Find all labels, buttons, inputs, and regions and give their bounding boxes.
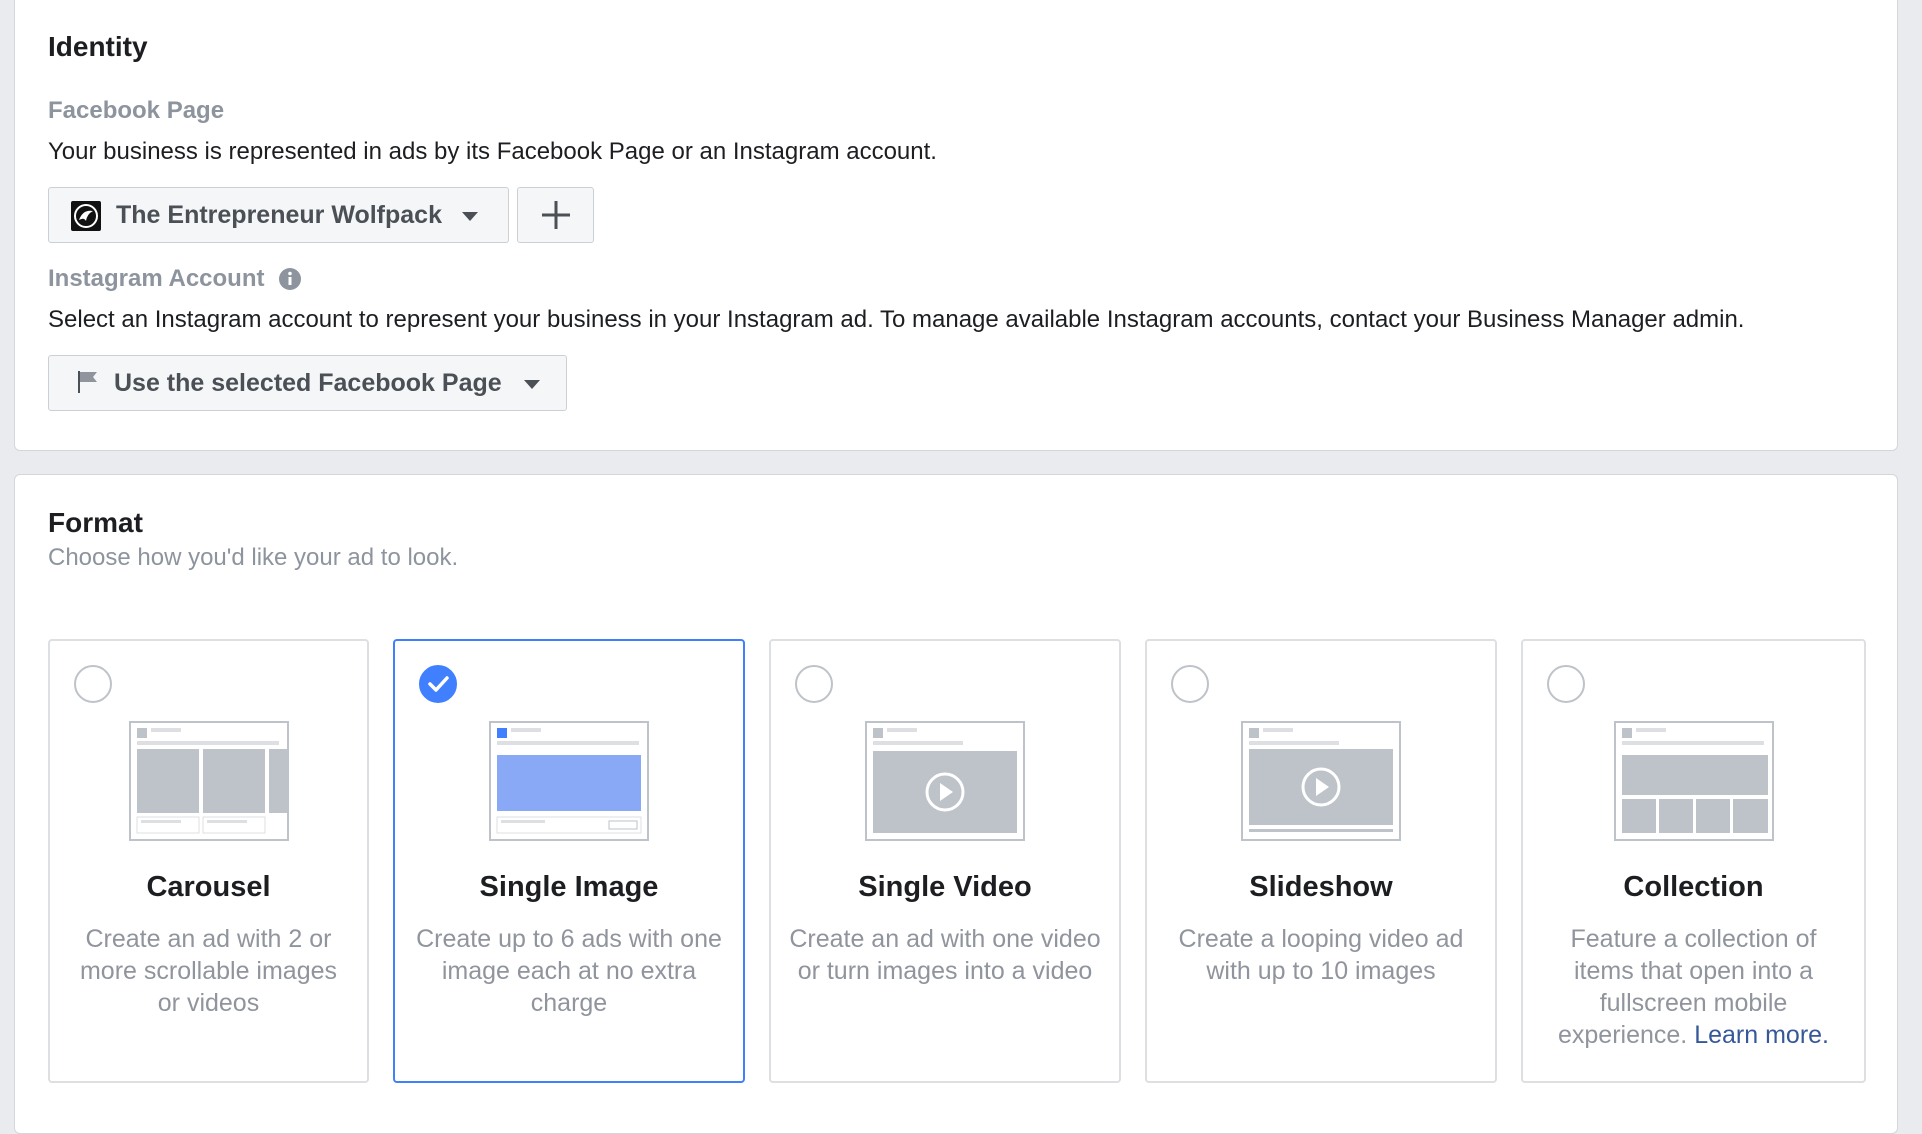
instagram-account-label: Instagram Account	[48, 265, 265, 292]
facebook-page-description: Your business is represented in ads by i…	[48, 138, 937, 165]
card-description: Create an ad with 2 or more scrollable i…	[79, 925, 338, 1017]
format-subtitle: Choose how you'd like your ad to look.	[48, 544, 459, 571]
collection-illustration-icon	[1613, 721, 1774, 841]
card-description: Create an ad with one video or turn imag…	[789, 925, 1101, 985]
chevron-down-icon	[524, 380, 540, 389]
carousel-illustration-icon	[128, 721, 289, 841]
format-card-single-image[interactable]: Single Image Create up to 6 ads with one…	[393, 639, 745, 1083]
card-title: Single Image	[479, 871, 659, 903]
chevron-down-icon	[462, 212, 478, 221]
card-title: Carousel	[146, 871, 271, 903]
card-description: Create up to 6 ads with one image each a…	[416, 925, 722, 1017]
plus-icon	[541, 201, 570, 229]
facebook-page-select[interactable]: The Entrepreneur Wolfpack	[48, 187, 509, 243]
card-description: Feature a collection of items that open …	[1541, 923, 1846, 1051]
format-title: Format	[48, 507, 143, 538]
radio-unchecked[interactable]	[74, 665, 112, 703]
instagram-account-select[interactable]: Use the selected Facebook Page	[48, 355, 567, 411]
radio-unchecked[interactable]	[1547, 665, 1585, 703]
instagram-account-select-label: Use the selected Facebook Page	[114, 368, 502, 397]
slideshow-illustration-icon	[1241, 721, 1401, 841]
single-video-illustration-icon	[865, 721, 1025, 841]
format-card-slideshow[interactable]: Slideshow Create a looping video ad with…	[1145, 639, 1497, 1083]
facebook-page-label: Facebook Page	[48, 97, 225, 124]
identity-title: Identity	[48, 31, 148, 62]
learn-more-link[interactable]: Learn more.	[1694, 1021, 1829, 1049]
card-description: Create a looping video ad with up to 10 …	[1178, 925, 1464, 985]
format-card-carousel[interactable]: Carousel Create an ad with 2 or more scr…	[48, 639, 369, 1083]
radio-unchecked[interactable]	[795, 665, 833, 703]
single-image-illustration-icon	[489, 721, 649, 841]
card-title: Single Video	[858, 871, 1032, 903]
page-avatar-icon	[71, 201, 101, 231]
format-card-collection[interactable]: Collection Feature a collection of items…	[1521, 639, 1866, 1083]
card-title: Collection	[1623, 871, 1764, 903]
facebook-page-select-label: The Entrepreneur Wolfpack	[116, 200, 442, 229]
radio-checked-icon[interactable]	[419, 665, 457, 703]
instagram-account-description: Select an Instagram account to represent…	[48, 306, 1745, 333]
card-title: Slideshow	[1249, 871, 1393, 903]
add-page-button[interactable]	[517, 187, 594, 243]
format-card-single-video[interactable]: Single Video Create an ad with one video…	[769, 639, 1121, 1083]
radio-unchecked[interactable]	[1171, 665, 1209, 703]
format-panel: Format Choose how you'd like your ad to …	[14, 474, 1898, 1134]
flag-icon	[78, 371, 97, 393]
identity-panel: Identity Facebook Page Your business is …	[14, 0, 1898, 451]
info-icon[interactable]	[278, 267, 302, 291]
